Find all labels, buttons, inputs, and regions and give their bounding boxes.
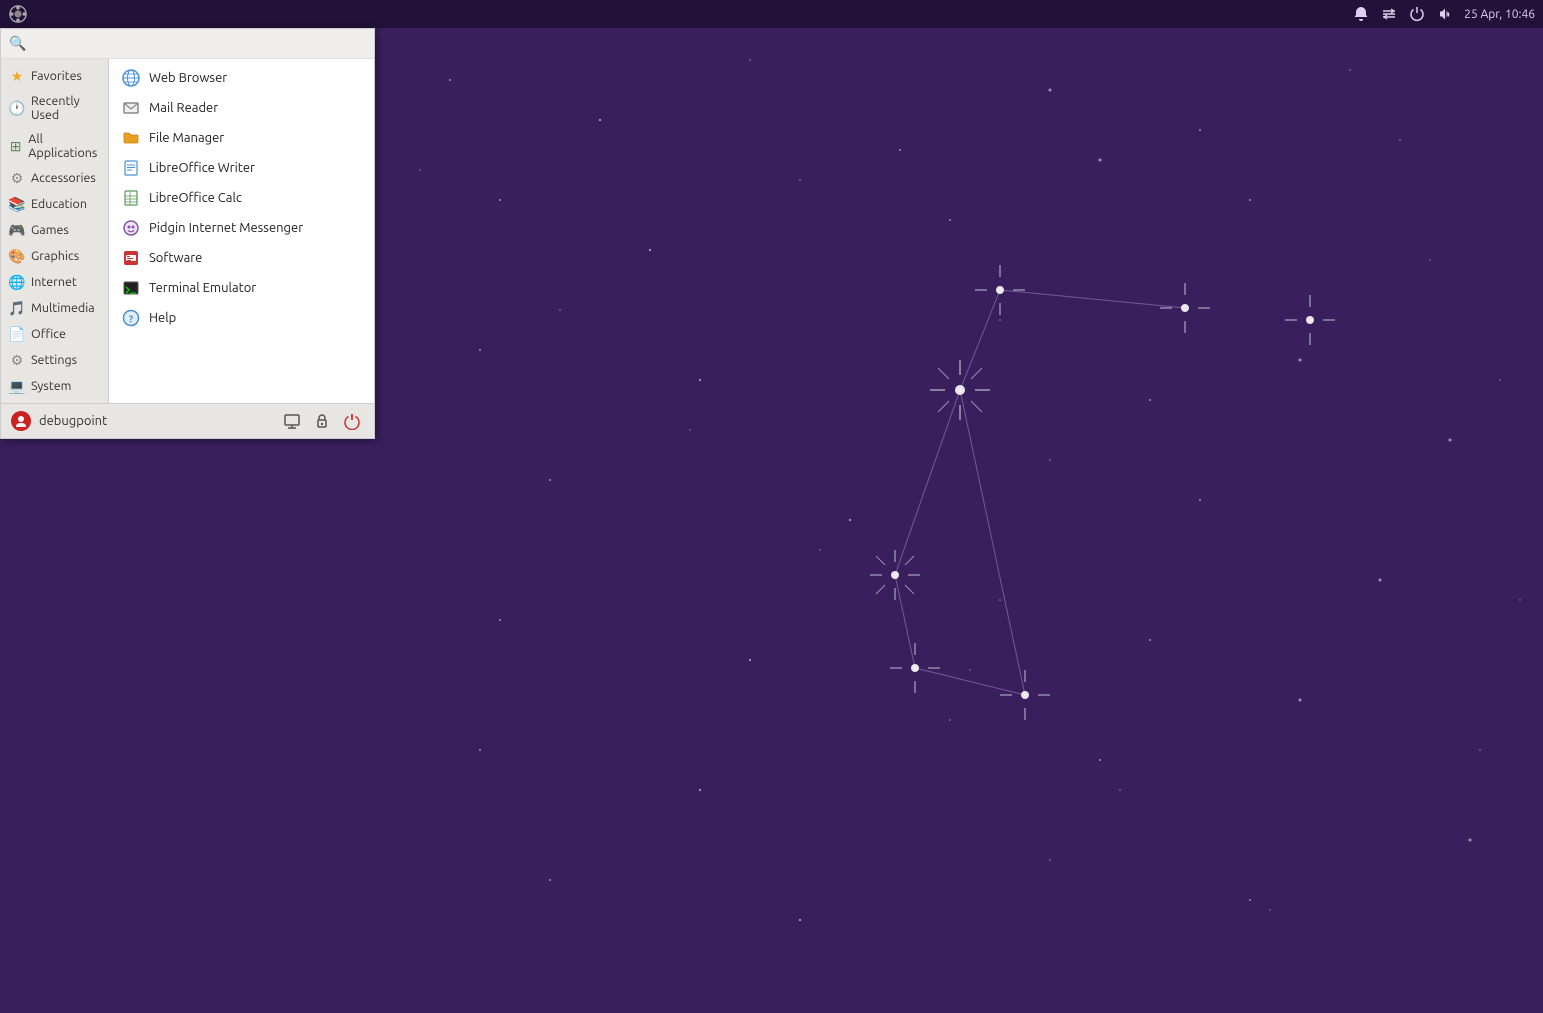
username-label: debugpoint <box>39 414 272 428</box>
taskbar-datetime: 25 Apr, 10:46 <box>1464 8 1535 21</box>
category-games-label: Games <box>31 223 69 237</box>
web-browser-icon <box>121 68 141 88</box>
category-games[interactable]: 🎮 Games <box>1 217 108 243</box>
recently-used-icon: 🕐 <box>9 100 25 116</box>
graphics-icon: 🎨 <box>9 248 25 264</box>
category-graphics-label: Graphics <box>31 249 79 263</box>
pidgin-icon <box>121 218 141 238</box>
search-icon: 🔍 <box>9 35 26 52</box>
category-favorites[interactable]: ★ Favorites <box>1 63 108 89</box>
category-office[interactable]: 📄 Office <box>1 321 108 347</box>
libreoffice-calc-icon <box>121 188 141 208</box>
app-software[interactable]: Software <box>109 243 374 273</box>
volume-icon[interactable] <box>1436 5 1454 23</box>
bottom-actions <box>280 409 364 433</box>
libreoffice-writer-icon <box>121 158 141 178</box>
accessories-icon: ⚙ <box>9 170 25 186</box>
mail-reader-icon <box>121 98 141 118</box>
favorites-icon: ★ <box>9 68 25 84</box>
libreoffice-calc-label: LibreOffice Calc <box>149 191 242 205</box>
terminal-label: Terminal Emulator <box>149 281 256 295</box>
menu-bottom-bar: debugpoint <box>1 403 374 438</box>
desktop: 25 Apr, 10:46 🔍 ★ Favorites 🕐 Recently U… <box>0 0 1543 1013</box>
notification-icon[interactable] <box>1352 5 1370 23</box>
category-graphics[interactable]: 🎨 Graphics <box>1 243 108 269</box>
app-file-manager[interactable]: File Manager <box>109 123 374 153</box>
file-manager-icon <box>121 128 141 148</box>
switch-icon[interactable] <box>1380 5 1398 23</box>
help-label: Help <box>149 311 176 325</box>
multimedia-icon: 🎵 <box>9 300 25 316</box>
category-multimedia-label: Multimedia <box>31 301 95 315</box>
menu-body: ★ Favorites 🕐 Recently Used ⊞ All Applic… <box>1 59 374 403</box>
category-settings[interactable]: ⚙ Settings <box>1 347 108 373</box>
internet-icon: 🌐 <box>9 274 25 290</box>
app-menu: 🔍 ★ Favorites 🕐 Recently Used ⊞ All Appl… <box>0 28 375 439</box>
category-system-label: System <box>31 379 71 393</box>
category-education-label: Education <box>31 197 87 211</box>
category-multimedia[interactable]: 🎵 Multimedia <box>1 295 108 321</box>
mail-reader-label: Mail Reader <box>149 101 218 115</box>
category-settings-label: Settings <box>31 353 77 367</box>
education-icon: 📚 <box>9 196 25 212</box>
categories-sidebar: ★ Favorites 🕐 Recently Used ⊞ All Applic… <box>1 59 109 403</box>
category-favorites-label: Favorites <box>31 69 82 83</box>
taskbar: 25 Apr, 10:46 <box>0 0 1543 28</box>
category-recently-used[interactable]: 🕐 Recently Used <box>1 89 108 127</box>
app-libreoffice-writer[interactable]: LibreOffice Writer <box>109 153 374 183</box>
software-label: Software <box>149 251 202 265</box>
app-help[interactable]: ? Help <box>109 303 374 333</box>
screen-button[interactable] <box>280 409 304 433</box>
web-browser-label: Web Browser <box>149 71 227 85</box>
category-internet[interactable]: 🌐 Internet <box>1 269 108 295</box>
category-accessories[interactable]: ⚙ Accessories <box>1 165 108 191</box>
user-avatar <box>11 411 31 431</box>
app-terminal[interactable]: Terminal Emulator <box>109 273 374 303</box>
category-internet-label: Internet <box>31 275 77 289</box>
lock-button[interactable] <box>310 409 334 433</box>
svg-text:?: ? <box>129 314 134 325</box>
all-applications-icon: ⊞ <box>9 138 22 154</box>
app-web-browser[interactable]: Web Browser <box>109 63 374 93</box>
taskbar-right: 25 Apr, 10:46 <box>1352 5 1535 23</box>
power-icon[interactable] <box>1408 5 1426 23</box>
category-education[interactable]: 📚 Education <box>1 191 108 217</box>
app-pidgin[interactable]: Pidgin Internet Messenger <box>109 213 374 243</box>
category-recently-used-label: Recently Used <box>31 94 100 122</box>
office-icon: 📄 <box>9 326 25 342</box>
category-all-applications[interactable]: ⊞ All Applications <box>1 127 108 165</box>
app-libreoffice-calc[interactable]: LibreOffice Calc <box>109 183 374 213</box>
category-all-applications-label: All Applications <box>28 132 100 160</box>
software-icon <box>121 248 141 268</box>
taskbar-logo[interactable] <box>8 4 28 24</box>
search-input[interactable] <box>32 36 366 51</box>
system-icon: 💻 <box>9 378 25 394</box>
settings-icon: ⚙ <box>9 352 25 368</box>
apps-list: Web Browser Mail Reader <box>109 59 374 403</box>
terminal-icon <box>121 278 141 298</box>
power-button[interactable] <box>340 409 364 433</box>
category-office-label: Office <box>31 327 66 341</box>
category-system[interactable]: 💻 System <box>1 373 108 399</box>
libreoffice-writer-label: LibreOffice Writer <box>149 161 255 175</box>
category-accessories-label: Accessories <box>31 171 96 185</box>
pidgin-label: Pidgin Internet Messenger <box>149 221 303 235</box>
app-mail-reader[interactable]: Mail Reader <box>109 93 374 123</box>
file-manager-label: File Manager <box>149 131 224 145</box>
help-icon: ? <box>121 308 141 328</box>
games-icon: 🎮 <box>9 222 25 238</box>
search-bar: 🔍 <box>1 29 374 59</box>
